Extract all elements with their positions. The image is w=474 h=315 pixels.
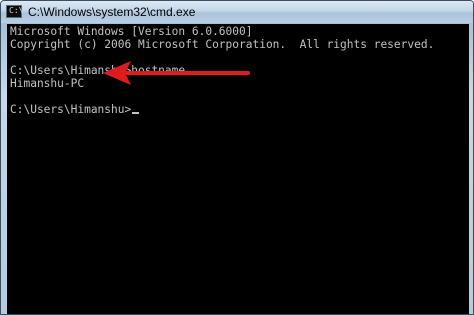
title-bar[interactable]: C:\ C:\Windows\system32\cmd.exe (1, 1, 473, 23)
console-line-hostname-output: Himanshu-PC (10, 77, 85, 90)
console-line-version: Microsoft Windows [Version 6.0.6000] (10, 25, 253, 38)
text-cursor (132, 112, 140, 114)
red-arrow-icon (103, 61, 250, 85)
command-prompt-icon-glyph: C:\ (9, 6, 24, 15)
console-line-copyright: Copyright (c) 2006 Microsoft Corporation… (10, 38, 435, 51)
cmd-window: C:\ C:\Windows\system32\cmd.exe Microsof… (0, 0, 474, 315)
command-prompt-icon[interactable]: C:\ (6, 5, 24, 18)
console-output-area[interactable]: Microsoft Windows [Version 6.0.6000] Cop… (7, 24, 469, 314)
window-title: C:\Windows\system32\cmd.exe (28, 5, 196, 19)
console-line-prompt: C:\Users\Himanshu> (10, 103, 140, 116)
console-prompt-text: C:\Users\Himanshu> (10, 103, 132, 116)
